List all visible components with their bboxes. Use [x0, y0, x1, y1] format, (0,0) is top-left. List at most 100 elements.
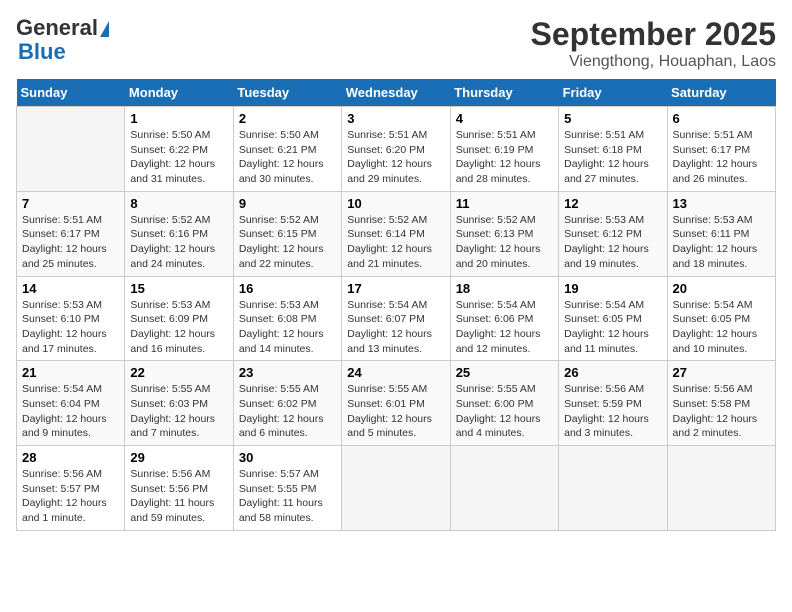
day-number: 21 — [22, 365, 119, 380]
calendar-cell: 11Sunrise: 5:52 AMSunset: 6:13 PMDayligh… — [450, 191, 558, 276]
day-number: 27 — [673, 365, 770, 380]
day-info: Sunrise: 5:54 AMSunset: 6:05 PMDaylight:… — [564, 298, 661, 357]
day-info: Sunrise: 5:55 AMSunset: 6:03 PMDaylight:… — [130, 382, 227, 441]
day-info: Sunrise: 5:53 AMSunset: 6:11 PMDaylight:… — [673, 213, 770, 272]
col-header-wednesday: Wednesday — [342, 79, 450, 107]
day-info: Sunrise: 5:51 AMSunset: 6:20 PMDaylight:… — [347, 128, 444, 187]
calendar-week-4: 21 Sunrise: 5:54 AMSunset: 6:04 PMDayligh… — [17, 361, 776, 446]
calendar-cell — [342, 446, 450, 531]
day-number: 3 — [347, 111, 444, 126]
calendar-week-5: 28 Sunrise: 5:56 AMSunset: 5:57 PMDayligh… — [17, 446, 776, 531]
day-info: Sunrise: 5:56 AMSunset: 5:56 PMDaylight:… — [130, 467, 227, 526]
calendar-cell: 15 Sunrise: 5:53 AMSunset: 6:09 PMDayligh… — [125, 276, 233, 361]
day-number: 2 — [239, 111, 336, 126]
day-info: Sunrise: 5:53 AMSunset: 6:12 PMDaylight:… — [564, 213, 661, 272]
day-info: Sunrise: 5:51 AMSunset: 6:19 PMDaylight:… — [456, 128, 553, 187]
col-header-sunday: Sunday — [17, 79, 125, 107]
calendar-cell: 30Sunrise: 5:57 AMSunset: 5:55 PMDayligh… — [233, 446, 341, 531]
calendar-cell — [17, 107, 125, 192]
calendar-cell: 19 Sunrise: 5:54 AMSunset: 6:05 PMDayligh… — [559, 276, 667, 361]
col-header-tuesday: Tuesday — [233, 79, 341, 107]
day-info: Sunrise: 5:53 AMSunset: 6:08 PMDaylight:… — [239, 298, 336, 357]
calendar-cell: 24 Sunrise: 5:55 AMSunset: 6:01 PMDayligh… — [342, 361, 450, 446]
calendar-cell: 5Sunrise: 5:51 AMSunset: 6:18 PMDaylight… — [559, 107, 667, 192]
day-number: 7 — [22, 196, 119, 211]
day-info: Sunrise: 5:51 AMSunset: 6:17 PMDaylight:… — [22, 213, 119, 272]
day-number: 12 — [564, 196, 661, 211]
calendar-cell: 14 Sunrise: 5:53 AMSunset: 6:10 PMDayligh… — [17, 276, 125, 361]
calendar-cell: 20 Sunrise: 5:54 AMSunset: 6:05 PMDayligh… — [667, 276, 775, 361]
calendar-cell: 21 Sunrise: 5:54 AMSunset: 6:04 PMDayligh… — [17, 361, 125, 446]
day-number: 1 — [130, 111, 227, 126]
day-info: Sunrise: 5:52 AMSunset: 6:14 PMDaylight:… — [347, 213, 444, 272]
calendar-cell: 6Sunrise: 5:51 AMSunset: 6:17 PMDaylight… — [667, 107, 775, 192]
calendar-cell: 1 Sunrise: 5:50 AMSunset: 6:22 PMDaylight… — [125, 107, 233, 192]
calendar-cell: 13 Sunrise: 5:53 AMSunset: 6:11 PMDayligh… — [667, 191, 775, 276]
day-number: 18 — [456, 281, 553, 296]
calendar-cell — [667, 446, 775, 531]
day-info: Sunrise: 5:56 AMSunset: 5:57 PMDaylight:… — [22, 467, 119, 526]
calendar-cell: 25 Sunrise: 5:55 AMSunset: 6:00 PMDayligh… — [450, 361, 558, 446]
day-number: 28 — [22, 450, 119, 465]
calendar-week-2: 7 Sunrise: 5:51 AMSunset: 6:17 PMDaylight… — [17, 191, 776, 276]
day-info: Sunrise: 5:55 AMSunset: 6:01 PMDaylight:… — [347, 382, 444, 441]
calendar-cell: 16Sunrise: 5:53 AMSunset: 6:08 PMDayligh… — [233, 276, 341, 361]
day-info: Sunrise: 5:55 AMSunset: 6:00 PMDaylight:… — [456, 382, 553, 441]
title-block: September 2025 Viengthong, Houaphan, Lao… — [531, 16, 776, 71]
day-info: Sunrise: 5:55 AMSunset: 6:02 PMDaylight:… — [239, 382, 336, 441]
day-number: 25 — [456, 365, 553, 380]
calendar-cell: 17 Sunrise: 5:54 AMSunset: 6:07 PMDayligh… — [342, 276, 450, 361]
calendar-cell: 12 Sunrise: 5:53 AMSunset: 6:12 PMDayligh… — [559, 191, 667, 276]
day-number: 8 — [130, 196, 227, 211]
calendar-cell: 26 Sunrise: 5:56 AMSunset: 5:59 PMDayligh… — [559, 361, 667, 446]
day-info: Sunrise: 5:52 AMSunset: 6:13 PMDaylight:… — [456, 213, 553, 272]
day-number: 13 — [673, 196, 770, 211]
calendar-cell: 2Sunrise: 5:50 AMSunset: 6:21 PMDaylight… — [233, 107, 341, 192]
day-info: Sunrise: 5:51 AMSunset: 6:18 PMDaylight:… — [564, 128, 661, 187]
calendar-cell: 18Sunrise: 5:54 AMSunset: 6:06 PMDayligh… — [450, 276, 558, 361]
day-info: Sunrise: 5:53 AMSunset: 6:09 PMDaylight:… — [130, 298, 227, 357]
logo: General Blue — [16, 16, 111, 64]
logo-text: General — [16, 16, 111, 40]
day-number: 9 — [239, 196, 336, 211]
calendar-week-3: 14 Sunrise: 5:53 AMSunset: 6:10 PMDayligh… — [17, 276, 776, 361]
day-info: Sunrise: 5:53 AMSunset: 6:10 PMDaylight:… — [22, 298, 119, 357]
day-info: Sunrise: 5:57 AMSunset: 5:55 PMDaylight:… — [239, 467, 336, 526]
day-info: Sunrise: 5:56 AMSunset: 5:59 PMDaylight:… — [564, 382, 661, 441]
day-number: 4 — [456, 111, 553, 126]
calendar-cell: 29 Sunrise: 5:56 AMSunset: 5:56 PMDayligh… — [125, 446, 233, 531]
day-number: 15 — [130, 281, 227, 296]
day-number: 14 — [22, 281, 119, 296]
day-info: Sunrise: 5:52 AMSunset: 6:16 PMDaylight:… — [130, 213, 227, 272]
day-number: 17 — [347, 281, 444, 296]
day-info: Sunrise: 5:54 AMSunset: 6:04 PMDaylight:… — [22, 382, 119, 441]
day-number: 29 — [130, 450, 227, 465]
day-number: 20 — [673, 281, 770, 296]
calendar-week-1: 1 Sunrise: 5:50 AMSunset: 6:22 PMDaylight… — [17, 107, 776, 192]
calendar-cell: 7 Sunrise: 5:51 AMSunset: 6:17 PMDaylight… — [17, 191, 125, 276]
calendar-cell: 22 Sunrise: 5:55 AMSunset: 6:03 PMDayligh… — [125, 361, 233, 446]
calendar-cell — [450, 446, 558, 531]
calendar-cell: 23 Sunrise: 5:55 AMSunset: 6:02 PMDayligh… — [233, 361, 341, 446]
day-number: 24 — [347, 365, 444, 380]
calendar-cell: 10 Sunrise: 5:52 AMSunset: 6:14 PMDayligh… — [342, 191, 450, 276]
calendar-cell — [559, 446, 667, 531]
calendar-table: SundayMondayTuesdayWednesdayThursdayFrid… — [16, 79, 776, 531]
calendar-cell: 3 Sunrise: 5:51 AMSunset: 6:20 PMDaylight… — [342, 107, 450, 192]
calendar-cell: 27Sunrise: 5:56 AMSunset: 5:58 PMDayligh… — [667, 361, 775, 446]
day-info: Sunrise: 5:51 AMSunset: 6:17 PMDaylight:… — [673, 128, 770, 187]
day-info: Sunrise: 5:52 AMSunset: 6:15 PMDaylight:… — [239, 213, 336, 272]
calendar-cell: 4 Sunrise: 5:51 AMSunset: 6:19 PMDaylight… — [450, 107, 558, 192]
day-number: 22 — [130, 365, 227, 380]
page-header: General Blue September 2025 Viengthong, … — [16, 16, 776, 71]
day-number: 19 — [564, 281, 661, 296]
logo-blue: Blue — [18, 40, 66, 64]
day-number: 10 — [347, 196, 444, 211]
day-number: 26 — [564, 365, 661, 380]
day-info: Sunrise: 5:50 AMSunset: 6:22 PMDaylight:… — [130, 128, 227, 187]
day-info: Sunrise: 5:54 AMSunset: 6:05 PMDaylight:… — [673, 298, 770, 357]
calendar-header-row: SundayMondayTuesdayWednesdayThursdayFrid… — [17, 79, 776, 107]
day-number: 23 — [239, 365, 336, 380]
day-info: Sunrise: 5:54 AMSunset: 6:07 PMDaylight:… — [347, 298, 444, 357]
calendar-cell: 8 Sunrise: 5:52 AMSunset: 6:16 PMDaylight… — [125, 191, 233, 276]
